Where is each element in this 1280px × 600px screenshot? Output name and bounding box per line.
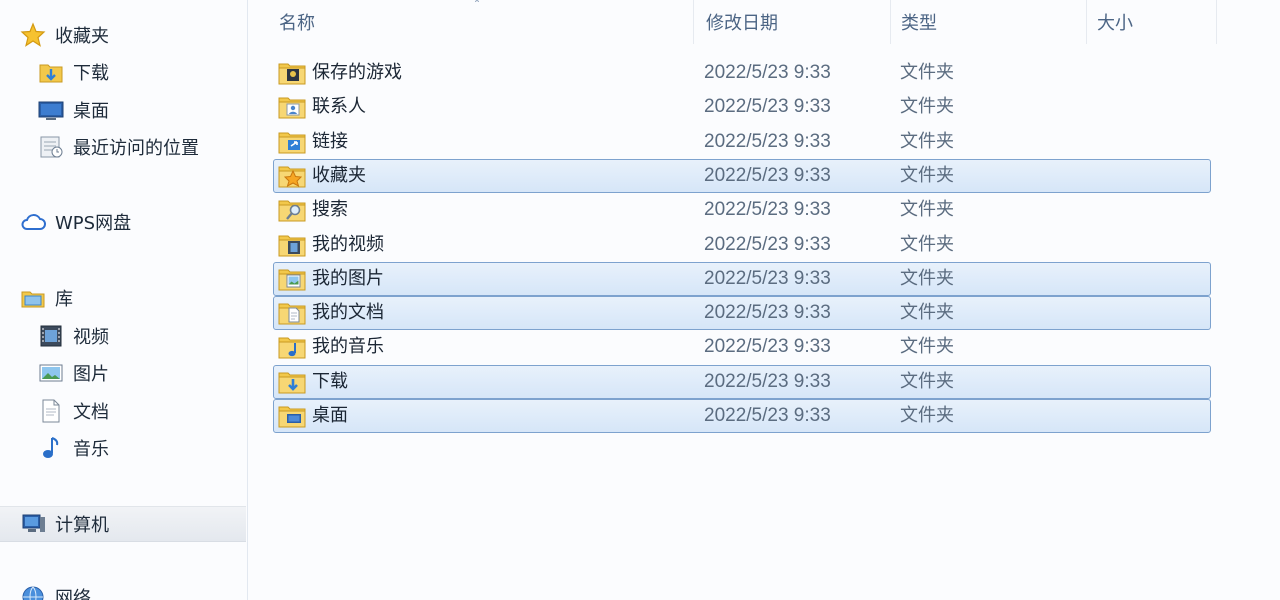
column-header-size[interactable]: 大小 <box>1087 0 1217 44</box>
music-folder-icon <box>278 334 306 360</box>
file-row[interactable]: 我的视频 2022/5/23 9:33 文件夹 <box>273 228 1211 262</box>
file-name: 收藏夹 <box>312 164 366 186</box>
column-header-type[interactable]: 类型 <box>891 0 1087 44</box>
favorites-folder-icon <box>278 163 306 189</box>
file-type: 文件夹 <box>900 96 954 118</box>
file-row[interactable]: 桌面 2022/5/23 9:33 文件夹 <box>273 399 1211 433</box>
column-header-modified[interactable]: 修改日期 <box>694 0 891 44</box>
file-type: 文件夹 <box>900 267 954 289</box>
nav-recent-label: 最近访问的位置 <box>73 138 199 159</box>
file-name: 我的文档 <box>312 302 384 324</box>
document-icon <box>38 398 64 424</box>
nav-lib-documents[interactable]: 文档 <box>38 396 109 426</box>
file-name: 联系人 <box>312 96 366 118</box>
nav-desktop-label: 桌面 <box>73 101 109 122</box>
file-modified-date: 2022/5/23 9:33 <box>704 370 831 392</box>
file-modified-date: 2022/5/23 9:33 <box>704 336 831 358</box>
file-modified-date: 2022/5/23 9:33 <box>704 302 831 324</box>
file-type: 文件夹 <box>900 130 954 152</box>
file-type: 文件夹 <box>900 233 954 255</box>
saved-games-folder-icon <box>278 60 306 86</box>
file-modified-date: 2022/5/23 9:33 <box>704 96 831 118</box>
file-type: 文件夹 <box>900 302 954 324</box>
file-modified-date: 2022/5/23 9:33 <box>704 267 831 289</box>
file-name: 链接 <box>312 130 348 152</box>
column-header-bar: 名称 ˄ 修改日期 类型 大小 <box>249 0 1280 44</box>
picture-icon <box>38 360 64 386</box>
file-name: 我的视频 <box>312 233 384 255</box>
file-modified-date: 2022/5/23 9:33 <box>704 130 831 152</box>
downloads-folder-icon <box>38 59 64 85</box>
nav-downloads-label: 下载 <box>73 63 109 84</box>
nav-lib-music[interactable]: 音乐 <box>38 433 109 463</box>
nav-wps-label: WPS网盘 <box>55 213 132 234</box>
contacts-folder-icon <box>278 94 306 120</box>
nav-computer-label: 计算机 <box>55 515 109 536</box>
documents-folder-icon <box>278 300 306 326</box>
searches-folder-icon <box>278 197 306 223</box>
nav-wps-drive[interactable]: WPS网盘 <box>20 207 131 237</box>
nav-favorites-recent[interactable]: 最近访问的位置 <box>38 132 199 162</box>
file-row[interactable]: 我的音乐 2022/5/23 9:33 文件夹 <box>273 330 1211 364</box>
nav-pictures-label: 图片 <box>73 364 109 385</box>
file-type: 文件夹 <box>900 336 954 358</box>
file-row[interactable]: 我的文档 2022/5/23 9:33 文件夹 <box>273 296 1211 331</box>
pictures-folder-icon <box>278 266 306 292</box>
nav-videos-label: 视频 <box>73 327 109 348</box>
nav-lib-videos[interactable]: 视频 <box>38 321 109 351</box>
file-type: 文件夹 <box>900 405 954 426</box>
file-name: 下载 <box>312 370 348 392</box>
nav-favorites-desktop[interactable]: 桌面 <box>38 95 109 125</box>
network-icon <box>20 584 46 600</box>
file-row[interactable]: 链接 2022/5/23 9:33 文件夹 <box>273 125 1211 159</box>
sort-ascending-indicator: ˄ <box>474 0 480 12</box>
file-row[interactable]: 保存的游戏 2022/5/23 9:33 文件夹 <box>273 56 1211 90</box>
file-type: 文件夹 <box>900 164 954 186</box>
file-row[interactable]: 搜索 2022/5/23 9:33 文件夹 <box>273 193 1211 227</box>
desktop-folder-icon <box>278 403 306 429</box>
nav-favorites-label: 收藏夹 <box>55 26 109 47</box>
file-row[interactable]: 我的图片 2022/5/23 9:33 文件夹 <box>273 261 1211 296</box>
file-list-pane: 名称 ˄ 修改日期 类型 大小 保存的游戏 2022/5/23 9:33 文件夹 联系… <box>249 0 1280 600</box>
nav-documents-label: 文档 <box>73 402 109 423</box>
cloud-icon <box>20 209 46 235</box>
file-row[interactable]: 下载 2022/5/23 9:33 文件夹 <box>273 364 1211 399</box>
nav-network-label: 网络 <box>55 588 91 600</box>
computer-icon <box>20 511 46 537</box>
file-type: 文件夹 <box>900 199 954 221</box>
nav-favorites-downloads[interactable]: 下载 <box>38 57 109 87</box>
file-modified-date: 2022/5/23 9:33 <box>704 199 831 221</box>
videos-folder-icon <box>278 232 306 258</box>
links-folder-icon <box>278 129 306 155</box>
file-type: 文件夹 <box>900 370 954 392</box>
file-name: 我的音乐 <box>312 336 384 358</box>
file-type: 文件夹 <box>900 62 954 83</box>
nav-libraries[interactable]: 库 <box>20 283 73 313</box>
video-icon <box>38 323 64 349</box>
file-row[interactable]: 联系人 2022/5/23 9:33 文件夹 <box>273 90 1211 124</box>
file-modified-date: 2022/5/23 9:33 <box>704 164 831 186</box>
recent-places-icon <box>38 134 64 160</box>
music-icon <box>38 435 64 461</box>
library-icon <box>20 285 46 311</box>
nav-music-label: 音乐 <box>73 439 109 460</box>
file-name: 我的图片 <box>312 267 384 289</box>
column-header-name[interactable]: 名称 <box>249 0 694 44</box>
nav-libraries-label: 库 <box>55 289 73 310</box>
file-modified-date: 2022/5/23 9:33 <box>704 62 831 83</box>
file-modified-date: 2022/5/23 9:33 <box>704 233 831 255</box>
nav-network[interactable]: 网络 <box>20 582 91 600</box>
nav-computer[interactable]: 计算机 <box>20 509 109 539</box>
navigation-pane: 收藏夹 下载 桌面 最近访问的位置 WPS网盘 库 视频 图片 文档 音乐 计算… <box>0 0 248 600</box>
desktop-icon <box>38 97 64 123</box>
downloads-folder-icon <box>278 369 306 395</box>
nav-favorites[interactable]: 收藏夹 <box>20 20 109 50</box>
star-icon <box>20 22 46 48</box>
file-name: 保存的游戏 <box>312 62 402 83</box>
nav-lib-pictures[interactable]: 图片 <box>38 358 109 388</box>
file-name: 桌面 <box>312 405 348 426</box>
file-row[interactable]: 收藏夹 2022/5/23 9:33 文件夹 <box>273 158 1211 193</box>
file-name: 搜索 <box>312 199 348 221</box>
file-modified-date: 2022/5/23 9:33 <box>704 405 831 426</box>
